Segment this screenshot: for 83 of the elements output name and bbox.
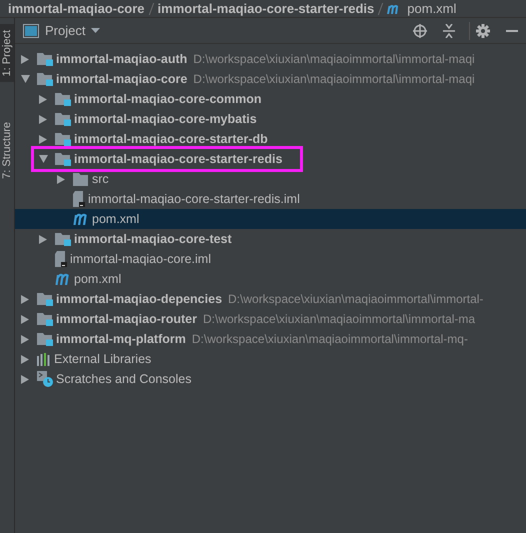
side-tab[interactable]: 1: Project xyxy=(0,24,14,82)
tree-item-label: immortal-maqiao-auth xyxy=(56,52,188,66)
scratches-icon xyxy=(37,371,53,387)
panel-title[interactable]: Project xyxy=(45,23,86,38)
tree-row[interactable]: immortal-maqiao-depencies D:\workspace\xiuxian\maqiaoimmortal\immortal- xyxy=(15,289,526,309)
tree-row[interactable]: Scratches and Consoles xyxy=(15,369,526,389)
module-folder-icon xyxy=(37,292,53,306)
tree-row[interactable]: immortal-maqiao-router D:\workspace\xiuxian\maqiaoimmortal\immortal-ma xyxy=(15,309,526,329)
tree-item-label: Scratches and Consoles xyxy=(56,372,192,386)
tree-row[interactable]: immortal-maqiao-core D:\workspace\xiuxian\maqiaoimmortal\immortal-maqi xyxy=(15,69,526,89)
collapsed-arrow-icon[interactable] xyxy=(21,354,29,364)
tree-row[interactable]: immortal-maqiao-auth D:\workspace\xiuxian\maqiaoimmortal\immortal-maqi xyxy=(15,49,526,69)
module-folder-icon xyxy=(37,312,53,326)
collapsed-arrow-icon[interactable] xyxy=(21,334,29,344)
tree-row[interactable]: immortal-mq-platform D:\workspace\xiuxian\maqiaoimmortal\immortal-mq- xyxy=(15,329,526,349)
tree-row[interactable]: immortal-maqiao-core-test xyxy=(15,229,526,249)
libraries-icon xyxy=(37,352,51,366)
side-tab[interactable]: 7: Structure xyxy=(0,116,14,186)
breadcrumb-separator xyxy=(378,2,384,14)
tree-row[interactable]: immortal-maqiao-core-starter-redis xyxy=(15,149,526,169)
tree-item-label: immortal-maqiao-router xyxy=(56,312,197,326)
expanded-arrow-icon[interactable] xyxy=(39,155,48,163)
tree-item-label: immortal-maqiao-depencies xyxy=(56,292,222,306)
module-folder-icon xyxy=(55,232,71,246)
collapsed-arrow-icon[interactable] xyxy=(21,54,29,64)
tree-item-label: pom.xml xyxy=(92,212,140,226)
tree-row[interactable]: immortal-maqiao-core-common xyxy=(15,89,526,109)
module-path: D:\workspace\xiuxian\maqiaoimmortal\immortal-mq- xyxy=(192,332,468,346)
breadcrumb-item[interactable]: immortal-maqiao-core-starter-redis xyxy=(158,2,374,15)
tree-item-label: immortal-maqiao-core xyxy=(56,72,188,86)
tree-row[interactable]: pom.xml xyxy=(15,269,526,289)
tree-item-label: immortal-maqiao-core-starter-redis xyxy=(74,152,282,166)
collapsed-arrow-icon[interactable] xyxy=(21,374,29,384)
module-path: D:\workspace\xiuxian\maqiaoimmortal\immortal-ma xyxy=(203,312,476,326)
breadcrumb-separator xyxy=(148,2,154,14)
collapsed-arrow-icon[interactable] xyxy=(39,134,47,144)
breadcrumb-item[interactable]: pom.xml xyxy=(407,2,456,15)
tree-item-label: immortal-maqiao-core-common xyxy=(74,92,262,106)
module-folder-icon xyxy=(55,132,71,146)
module-folder-icon xyxy=(55,152,71,166)
maven-icon xyxy=(73,213,89,225)
minimize-icon[interactable] xyxy=(506,30,518,32)
module-folder-icon xyxy=(37,332,53,346)
module-path: D:\workspace\xiuxian\maqiaoimmortal\immortal-maqi xyxy=(193,52,475,66)
dropdown-caret-icon[interactable] xyxy=(91,28,100,33)
module-path: D:\workspace\xiuxian\maqiaoimmortal\immortal-maqi xyxy=(193,72,475,86)
tree-item-label: immortal-maqiao-core-mybatis xyxy=(74,112,257,126)
tree-item-label: External Libraries xyxy=(54,352,152,366)
collapsed-arrow-icon[interactable] xyxy=(39,234,47,244)
collapsed-arrow-icon[interactable] xyxy=(39,94,47,104)
file-icon xyxy=(73,191,85,207)
module-folder-icon xyxy=(37,72,53,86)
tree-item-label: immortal-maqiao-core.iml xyxy=(70,252,211,266)
tree-item-label: immortal-maqiao-core-starter-redis.iml xyxy=(88,192,300,206)
tree-row[interactable]: src xyxy=(15,169,526,189)
collapsed-arrow-icon[interactable] xyxy=(39,114,47,124)
file-icon xyxy=(55,251,67,267)
tree-item-label: pom.xml xyxy=(74,272,122,286)
tree-row[interactable]: immortal-maqiao-core-starter-db xyxy=(15,129,526,149)
tree-row[interactable]: immortal-maqiao-core-mybatis xyxy=(15,109,526,129)
tree-row[interactable]: immortal-maqiao-core-starter-redis.iml xyxy=(15,189,526,209)
collapsed-arrow-icon[interactable] xyxy=(21,294,29,304)
module-folder-icon xyxy=(37,52,53,66)
tree-row[interactable]: immortal-maqiao-core.iml xyxy=(15,249,526,269)
collapsed-arrow-icon[interactable] xyxy=(57,174,65,184)
tree-row[interactable]: pom.xml xyxy=(15,209,526,229)
crosshair-icon[interactable] xyxy=(413,24,427,38)
module-folder-icon xyxy=(55,92,71,106)
expanded-arrow-icon[interactable] xyxy=(21,75,30,83)
collapse-all-icon[interactable] xyxy=(443,24,455,38)
project-view-icon xyxy=(23,24,39,38)
collapsed-arrow-icon[interactable] xyxy=(21,314,29,324)
settings-icon[interactable] xyxy=(476,24,490,38)
tree-item-label: immortal-maqiao-core-starter-db xyxy=(74,132,268,146)
tree-item-label: immortal-mq-platform xyxy=(56,332,186,346)
tree-row[interactable]: External Libraries xyxy=(15,349,526,369)
tree-item-label: immortal-maqiao-core-test xyxy=(74,232,232,246)
tree-item-label: src xyxy=(92,172,109,186)
folder-icon xyxy=(73,172,89,186)
maven-icon xyxy=(55,273,71,285)
module-path: D:\workspace\xiuxian\maqiaoimmortal\immortal- xyxy=(228,292,484,306)
breadcrumb-item[interactable]: immortal-maqiao-core xyxy=(8,2,145,15)
module-folder-icon xyxy=(55,112,71,126)
